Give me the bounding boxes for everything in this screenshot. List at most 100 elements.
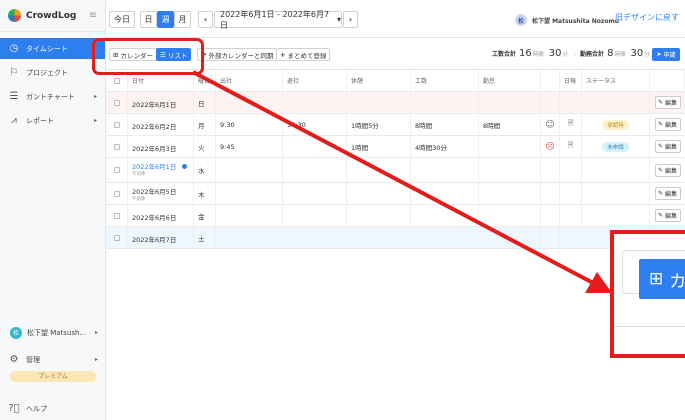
gantt-icon: ☰ bbox=[9, 91, 19, 102]
edit-label: 編集 bbox=[665, 191, 678, 198]
row-date[interactable]: 2022年6月1日 bbox=[132, 163, 176, 171]
row-rest bbox=[347, 183, 411, 204]
plus-icon: + bbox=[280, 50, 286, 59]
sidebar-item-label: プロジェクト bbox=[26, 68, 68, 77]
row-date-note: 午前休 bbox=[132, 172, 146, 177]
row-out bbox=[283, 227, 347, 248]
gear-icon: ⚙ bbox=[9, 354, 19, 365]
row-in: 9:45 bbox=[216, 136, 283, 157]
sidebar-item-2[interactable]: ☰ ガントチャート ▸ bbox=[0, 86, 105, 107]
row-date: 2022年6月3日 bbox=[132, 145, 177, 153]
premium-badge[interactable]: プレミアム bbox=[10, 371, 96, 382]
pencil-icon: ✎ bbox=[657, 212, 663, 219]
document-icon[interactable]: 🗎 bbox=[568, 119, 574, 130]
edit-button[interactable]: ✎ 編集 bbox=[654, 163, 681, 177]
row-checkbox[interactable] bbox=[113, 212, 120, 219]
sad-face-icon[interactable]: ☹ bbox=[545, 142, 554, 152]
chevron-right-icon: ▸ bbox=[94, 356, 98, 363]
sidebar-user[interactable]: 松 松下望 Matsush... ▸ bbox=[0, 322, 106, 343]
row-attend: 8時間 bbox=[479, 114, 541, 135]
work-total-label: 工数合計 bbox=[492, 51, 517, 58]
bulk-register-button[interactable]: + まとめて登録 bbox=[276, 48, 331, 61]
work-total-minutes: 30 bbox=[548, 48, 562, 59]
apply-label: 申請 bbox=[663, 52, 676, 59]
table-row: 2022年6月1日 日 ✎ 編集 bbox=[106, 92, 685, 114]
row-dow: 火 bbox=[194, 136, 216, 157]
row-checkbox[interactable] bbox=[113, 99, 120, 106]
select-all-checkbox[interactable] bbox=[113, 77, 120, 84]
sidebar-item-label: 管理 bbox=[26, 355, 40, 364]
row-checkbox[interactable] bbox=[113, 167, 120, 173]
status-badge: 承認待 bbox=[602, 119, 629, 130]
bulk-register-label: まとめて登録 bbox=[287, 51, 327, 60]
row-checkbox[interactable] bbox=[113, 234, 120, 241]
row-rest: 1時間5分 bbox=[347, 114, 411, 135]
edit-button[interactable]: ✎ 編集 bbox=[654, 118, 681, 131]
sidebar-item-1[interactable]: ⚐ プロジェクト bbox=[0, 62, 105, 83]
row-dow: 月 bbox=[194, 114, 216, 135]
sync-calendar-button[interactable]: ⟳ 外部カレンダーと同期 bbox=[197, 48, 278, 61]
row-out bbox=[283, 158, 347, 182]
pencil-icon: ✎ bbox=[657, 143, 663, 150]
pencil-icon: ✎ bbox=[657, 99, 663, 106]
row-work: 8時間 bbox=[411, 114, 479, 135]
row-out bbox=[283, 136, 347, 157]
row-date: 2022年6月5日 bbox=[132, 188, 177, 196]
table-row: 2022年6月5日 午前休 木 ✎ 編集 bbox=[106, 183, 685, 205]
sidebar-item-label: レポート bbox=[26, 116, 54, 125]
hour-unit: 時間 bbox=[614, 52, 626, 58]
edit-button[interactable]: ✎ 編集 bbox=[654, 209, 681, 222]
view-day-button[interactable]: 日 bbox=[140, 11, 157, 28]
happy-face-icon[interactable]: ☺ bbox=[545, 120, 554, 130]
view-week-button[interactable]: 週 bbox=[157, 11, 174, 28]
date-range-select[interactable]: 2022年6月1日 - 2022年6月7日 ▾ bbox=[214, 10, 342, 30]
zoom-calendar-button: ⊞ カ bbox=[639, 259, 685, 299]
row-dow: 金 bbox=[194, 205, 216, 226]
app-name: CrowdLog bbox=[26, 10, 77, 21]
row-checkbox[interactable] bbox=[113, 121, 120, 128]
edit-button[interactable]: ✎ 編集 bbox=[654, 187, 681, 200]
logo-row: CrowdLog ≡ bbox=[0, 0, 105, 32]
edit-button[interactable]: ✎ 編集 bbox=[654, 96, 681, 109]
zoom-callout: ⊞ カ bbox=[610, 230, 685, 358]
chevron-right-icon: ▸ bbox=[93, 93, 97, 100]
view-month-button[interactable]: 月 bbox=[174, 11, 191, 28]
row-attend bbox=[479, 227, 541, 248]
sidebar-item-admin[interactable]: ⚙ 管理 ▸ bbox=[0, 349, 106, 370]
row-attend bbox=[479, 136, 541, 157]
column-header bbox=[541, 70, 560, 91]
table-row: 2022年6月2日月 9:30 18:30 1時間5分 8時間 8時間 ☺ 🗎 承認待 ✎ 編集 bbox=[106, 114, 685, 136]
sidebar-item-0[interactable]: ◷ タイムシート bbox=[0, 38, 105, 59]
prev-week-button[interactable]: ‹ bbox=[198, 11, 213, 28]
chevron-down-icon: ▾ bbox=[336, 15, 341, 24]
table-row: 2022年6月6日 金 ✎ 編集 bbox=[106, 205, 685, 227]
row-in bbox=[216, 92, 283, 113]
row-work bbox=[411, 92, 479, 113]
old-design-link[interactable]: 旧デザインに戻す bbox=[615, 12, 679, 23]
table-row: 2022年6月7日 土 bbox=[106, 227, 685, 249]
avatar: 松 bbox=[10, 326, 22, 339]
top-bar: 今日 日 週 月 ‹ 2022年6月1日 - 2022年6月7日 ▾ › 松 松… bbox=[106, 0, 685, 38]
row-checkbox[interactable] bbox=[113, 143, 120, 150]
table-row: 2022年6月1日 午前休 水 ✎ 編集 bbox=[106, 158, 685, 183]
sidebar-item-help[interactable]: ?⃝ ヘルプ bbox=[0, 398, 106, 419]
minute-unit: 分 bbox=[644, 52, 650, 58]
today-button[interactable]: 今日 bbox=[109, 11, 135, 28]
row-rest bbox=[347, 92, 411, 113]
user-chip[interactable]: 松 松下望 Matsushita Nozomu bbox=[515, 14, 619, 26]
next-week-button[interactable]: › bbox=[343, 11, 358, 28]
edit-label: 編集 bbox=[665, 122, 678, 129]
row-out bbox=[283, 92, 347, 113]
edit-button[interactable]: ✎ 編集 bbox=[654, 140, 681, 153]
row-attend bbox=[479, 205, 541, 226]
user-full-name: 松下望 Matsushita Nozomu bbox=[532, 17, 620, 25]
column-header: 工数 bbox=[411, 70, 479, 91]
row-checkbox[interactable] bbox=[113, 190, 120, 197]
document-icon[interactable]: 🗎 bbox=[568, 141, 574, 152]
sidebar-item-3[interactable]: ⩘ レポート ▸ bbox=[0, 110, 105, 131]
sidebar-item-label: タイムシート bbox=[26, 44, 68, 53]
edit-label: 編集 bbox=[665, 167, 678, 175]
apply-button[interactable]: ➤ 申請 bbox=[652, 48, 680, 61]
menu-icon[interactable]: ≡ bbox=[89, 10, 97, 21]
row-dow: 日 bbox=[194, 92, 216, 113]
